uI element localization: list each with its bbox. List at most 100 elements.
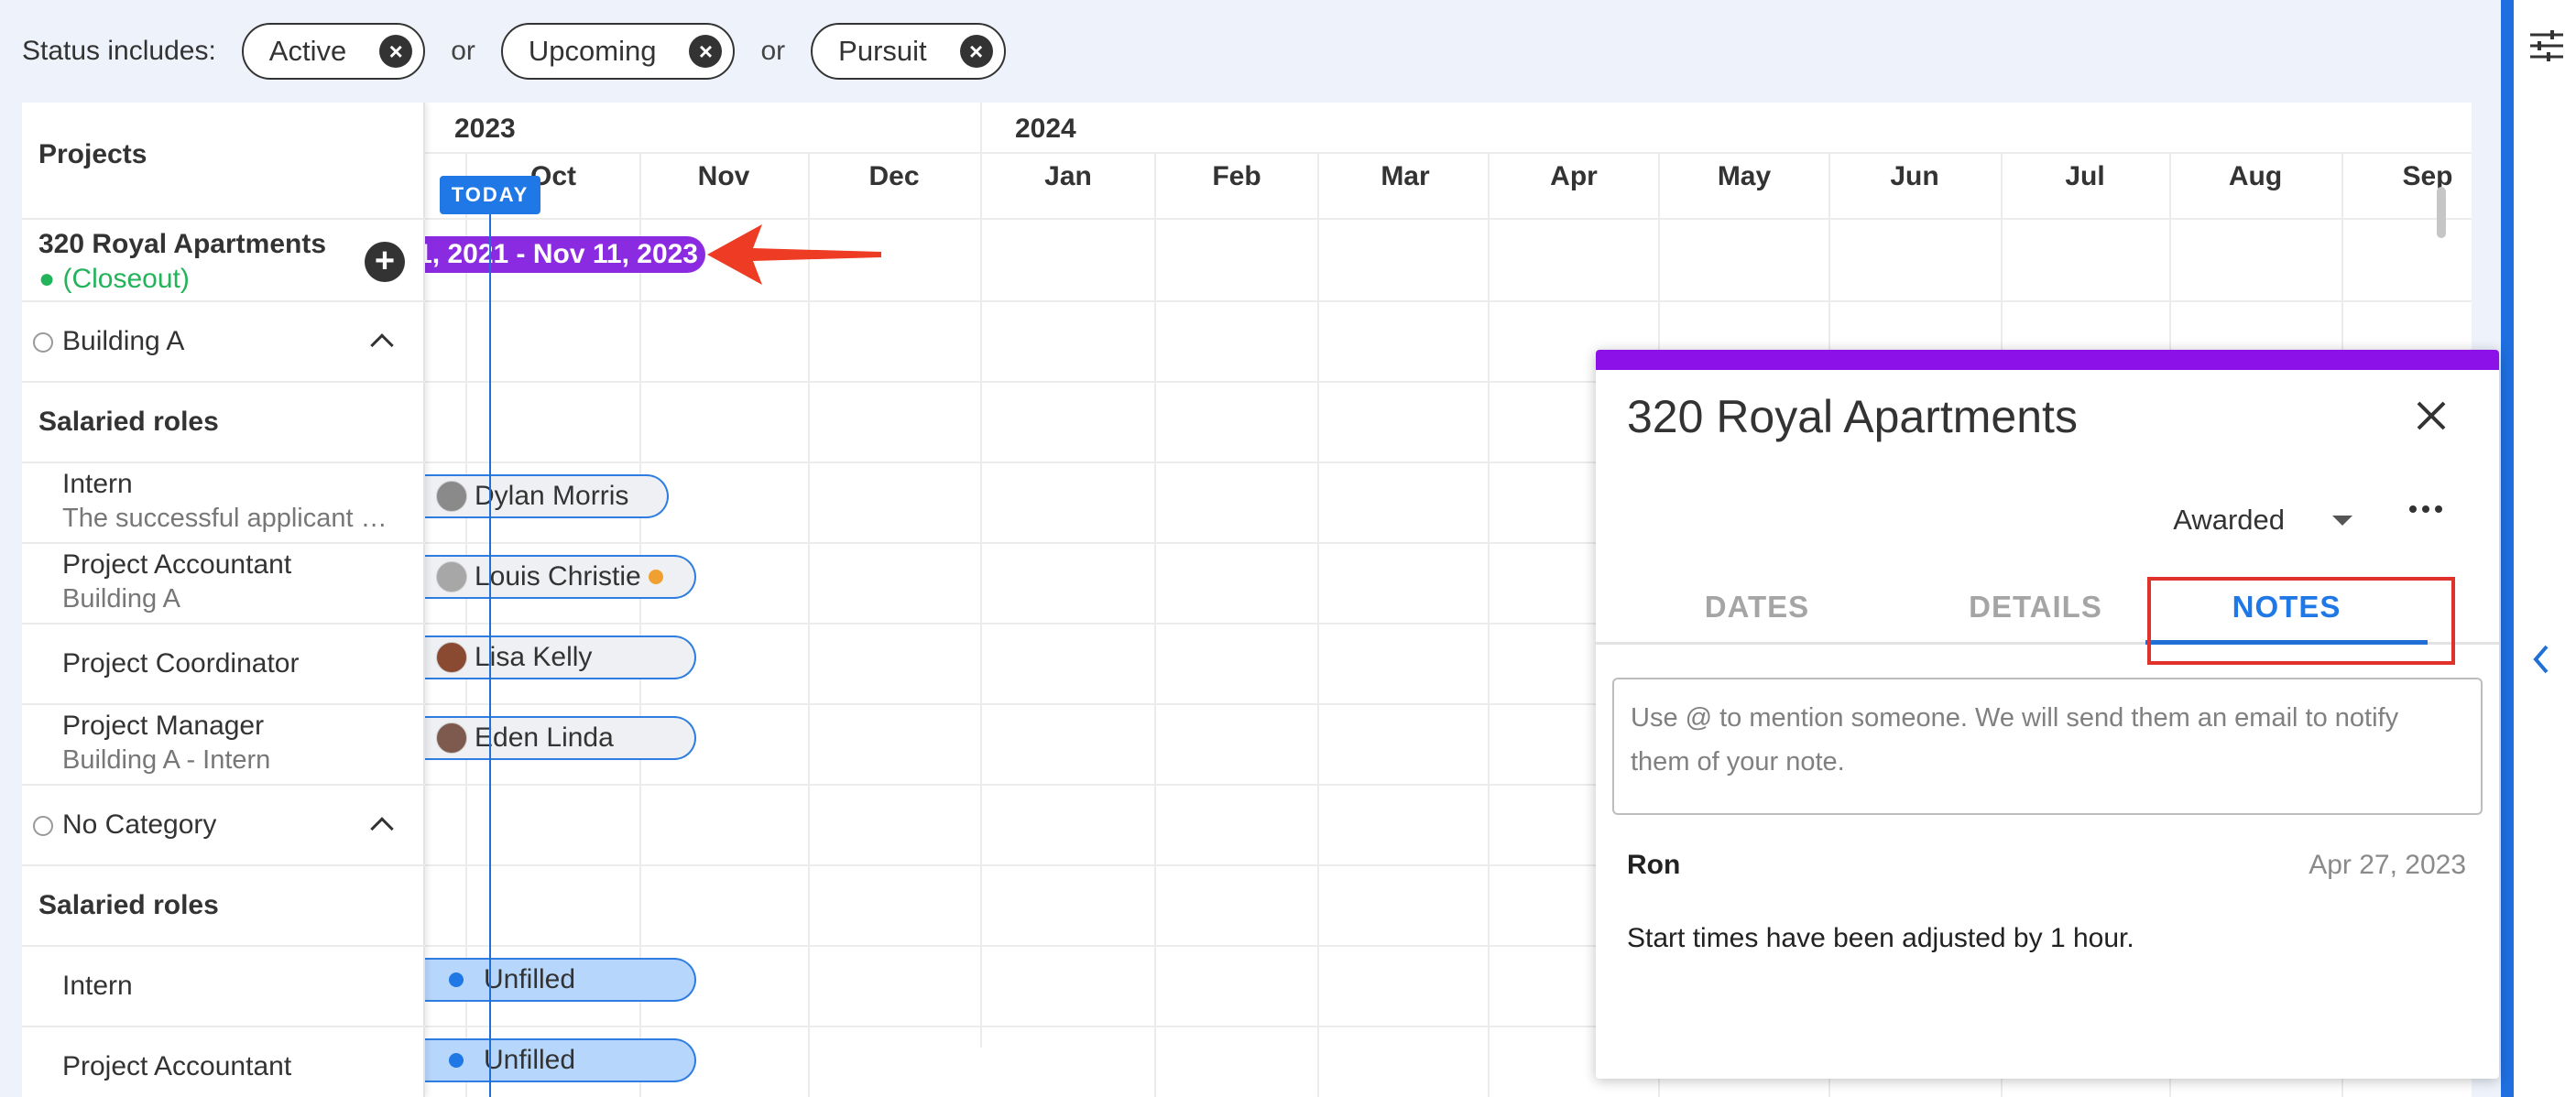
role-row[interactable]: Project Accountant Building A (22, 544, 425, 625)
assignee-name: Louis Christie (475, 561, 641, 592)
grid-line (1488, 152, 1490, 1097)
chevron-up-icon[interactable] (370, 817, 394, 841)
avatar (436, 722, 467, 754)
chip-label: Active (268, 35, 347, 67)
assignment-pill[interactable]: Louis Christie (425, 555, 696, 599)
month-label: Nov (697, 161, 750, 191)
chevron-up-icon[interactable] (370, 333, 394, 357)
remove-chip-icon[interactable]: × (959, 35, 993, 68)
month-label: Dec (868, 161, 920, 191)
tab-details[interactable]: DETAILS (1918, 570, 2153, 645)
grid-line (639, 152, 641, 1097)
assignment-pill[interactable]: Eden Linda (425, 716, 696, 760)
vertical-scrollbar[interactable] (2437, 187, 2446, 238)
role-title: Project Manager (62, 711, 265, 741)
note-date: Apr 27, 2023 (2309, 850, 2466, 880)
role-title: Project Accountant (62, 549, 292, 580)
projects-header-label: Projects (38, 139, 147, 169)
category-row-no-category[interactable]: No Category (22, 786, 425, 866)
role-subtitle: Building A (62, 584, 180, 614)
radio-icon[interactable] (33, 332, 53, 353)
assignee-name: Lisa Kelly (475, 642, 593, 672)
category-label: No Category (33, 809, 216, 841)
month-label: Jan (1044, 161, 1092, 191)
card-title: 320 Royal Apartments (1627, 391, 2078, 442)
today-badge: TODAY (440, 176, 540, 214)
highlight-box (2147, 577, 2455, 665)
year-label: 2024 (1015, 114, 1076, 144)
add-icon[interactable]: + (365, 242, 405, 282)
grid-line (980, 103, 982, 1048)
project-name[interactable]: 320 Royal Apartments (38, 229, 326, 260)
status-dot-icon (449, 972, 464, 987)
month-label: Jul (2065, 161, 2105, 191)
unfilled-label: Unfilled (484, 964, 576, 994)
annotation-arrow-icon (707, 224, 881, 285)
role-title: Intern (62, 971, 133, 1001)
filter-chip-upcoming[interactable]: Upcoming × (500, 23, 736, 80)
filter-label: Status includes: (22, 36, 216, 66)
status-dropdown[interactable]: Awarded (2173, 504, 2352, 537)
unfilled-label: Unfilled (484, 1045, 576, 1075)
role-row[interactable]: Intern (22, 947, 425, 1027)
note-input[interactable]: Use @ to mention someone. We will send t… (1612, 678, 2483, 815)
month-label: May (1717, 161, 1772, 191)
role-title: Intern (62, 469, 133, 499)
section-label: Salaried roles (38, 407, 219, 437)
assignee-name: Dylan Morris (475, 481, 629, 511)
assignment-pill[interactable]: Dylan Morris (425, 474, 669, 518)
project-date-bar[interactable]: 1, 2021 - Nov 11, 2023 (425, 236, 705, 273)
role-title: Project Accountant (62, 1051, 292, 1081)
or-separator: or (451, 36, 475, 66)
grid-line (425, 152, 2472, 154)
grid-line (1317, 152, 1319, 1097)
unfilled-pill[interactable]: Unfilled (425, 958, 696, 1002)
side-panel (2514, 0, 2576, 1097)
or-separator: or (760, 36, 786, 66)
unfilled-pill[interactable]: Unfilled (425, 1038, 696, 1082)
avatar (436, 642, 467, 673)
radio-icon[interactable] (33, 816, 53, 837)
panel-divider (2501, 0, 2514, 1097)
chevron-left-icon[interactable] (2532, 645, 2550, 674)
role-row[interactable]: Project Coordinator (22, 625, 425, 705)
filter-chip-pursuit[interactable]: Pursuit × (811, 23, 1006, 80)
close-icon[interactable] (2413, 397, 2450, 434)
chip-label: Upcoming (528, 35, 657, 67)
grid-line (425, 300, 2472, 302)
tab-dates[interactable]: DATES (1640, 570, 1874, 645)
category-row-building-a[interactable]: Building A (22, 302, 425, 383)
grid-line (808, 152, 810, 1097)
status-value: Awarded (2173, 504, 2285, 536)
project-row[interactable]: 320 Royal Apartments ● (Closeout) + (22, 220, 425, 302)
project-list: Projects 320 Royal Apartments ● (Closeou… (22, 103, 425, 1097)
status-dot-icon (449, 1053, 464, 1068)
role-row[interactable]: Intern The successful applicant will... (22, 463, 425, 544)
year-label: 2023 (454, 114, 516, 144)
filter-bar: Status includes: Active × or Upcoming × … (0, 0, 2501, 103)
category-label: Building A (33, 326, 184, 357)
remove-chip-icon[interactable]: × (689, 35, 723, 68)
caret-down-icon (2332, 515, 2352, 526)
role-row[interactable]: Project Accountant (22, 1027, 425, 1097)
avatar (436, 561, 467, 592)
assignment-pill[interactable]: Lisa Kelly (425, 635, 696, 679)
role-subtitle: Building A - Intern (62, 745, 271, 775)
filter-settings-icon[interactable] (2528, 27, 2565, 64)
role-row[interactable]: Project Manager Building A - Intern (22, 705, 425, 786)
warning-dot-icon (648, 570, 663, 584)
month-label: Mar (1381, 161, 1430, 191)
projects-header: Projects (22, 103, 425, 220)
card-color-bar (1596, 350, 2499, 370)
filter-chip-active[interactable]: Active × (241, 23, 426, 80)
remove-chip-icon[interactable]: × (379, 35, 413, 68)
month-label: Sep (2402, 161, 2453, 191)
section-label: Salaried roles (38, 890, 219, 920)
more-options-icon[interactable] (2409, 505, 2442, 513)
month-label: Apr (1550, 161, 1598, 191)
avatar (436, 481, 467, 512)
note-body: Start times have been adjusted by 1 hour… (1627, 923, 2134, 953)
category-name: Building A (62, 326, 185, 356)
category-name: No Category (62, 809, 217, 840)
grid-line (465, 152, 467, 1097)
